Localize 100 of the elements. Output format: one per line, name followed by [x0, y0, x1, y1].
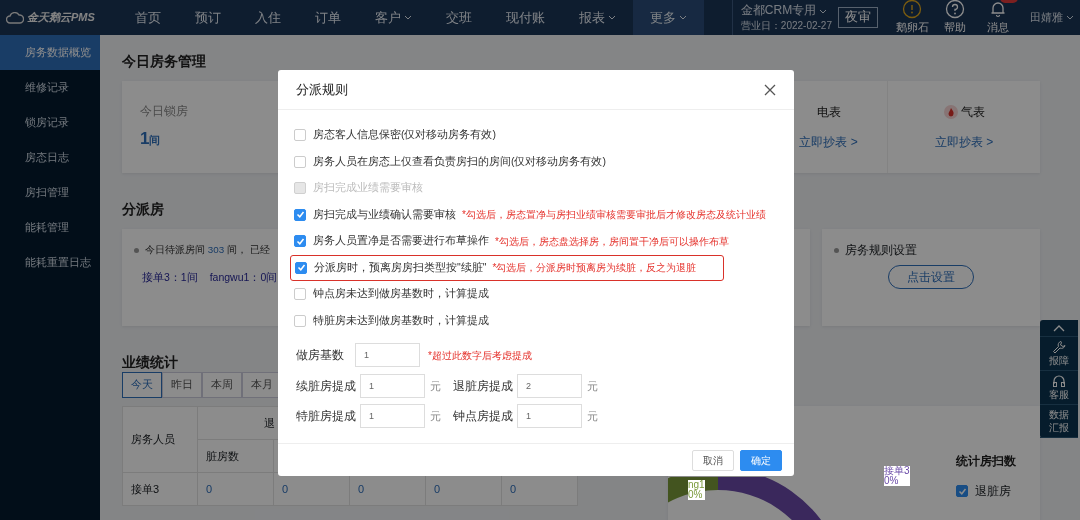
caret-icon: [679, 14, 687, 21]
checkbox[interactable]: [956, 485, 968, 497]
chart-percent: 0%: [688, 490, 703, 500]
menu-item[interactable]: 更多: [633, 0, 704, 35]
field-label: 钟点房提成: [453, 408, 514, 426]
option-label: 钟点房未达到做房基数时，计算提成: [313, 286, 489, 302]
menu-item[interactable]: 客户: [358, 0, 429, 35]
field-label: 特脏房提成: [296, 408, 357, 426]
tool-label[interactable]: 帮助: [944, 19, 966, 36]
option-label: 房务人员在房态上仅查看负责房扫的房间(仅对移动房务有效): [313, 153, 606, 169]
unit-label: 元: [430, 409, 441, 424]
menu-item[interactable]: 订单: [298, 0, 358, 35]
period-tab[interactable]: 昨日: [162, 372, 202, 398]
toolbar-label[interactable]: 数据汇报: [1048, 408, 1070, 434]
section-title: 今日房务管理: [122, 52, 206, 71]
checkbox[interactable]: [294, 288, 306, 301]
toolbar-label[interactable]: 报障: [1048, 354, 1070, 367]
period-tab[interactable]: 今天: [122, 372, 162, 398]
user-menu[interactable]: 田婧雅: [1030, 9, 1074, 26]
cancel-button[interactable]: 取消: [692, 449, 734, 471]
unit-label: 元: [587, 409, 598, 424]
unit-label: 元: [430, 378, 441, 394]
table-header: 退: [264, 416, 275, 429]
sidebar-item[interactable]: 房扫管理: [0, 175, 100, 210]
store-selector[interactable]: 金都CRM专用: [740, 3, 832, 19]
number-field[interactable]: 2: [517, 373, 582, 398]
night-audit-button[interactable]: 夜审: [838, 7, 878, 28]
staff-count: fangwu1：0间: [209, 269, 278, 285]
tool-label[interactable]: 鹅卵石: [895, 19, 929, 36]
option-label: 特脏房未达到做房基数时，计算提成: [313, 312, 489, 328]
sidebar-item[interactable]: 能耗管理: [0, 210, 100, 245]
stat-value: 1间: [140, 128, 162, 151]
option-label: 分派房时，预离房房扫类型按"续脏": [314, 259, 487, 275]
menu-item[interactable]: 报表: [562, 0, 633, 35]
read-meter-link[interactable]: 立即抄表 >: [799, 133, 858, 151]
number-field[interactable]: 1: [355, 343, 420, 368]
meter-label: 气表: [960, 104, 985, 121]
sidebar-item[interactable]: 锁房记录: [0, 105, 100, 140]
checkbox[interactable]: [295, 261, 307, 274]
checkbox[interactable]: [294, 235, 306, 248]
menu-item[interactable]: 交班: [429, 0, 489, 35]
flame-icon: [943, 105, 958, 119]
help-icon: [945, 0, 965, 20]
confirm-button[interactable]: 确定: [740, 449, 782, 471]
chart-label: 接单3: [884, 466, 910, 476]
unit-label: 元: [587, 378, 598, 394]
sidebar-item[interactable]: 维修记录: [0, 70, 100, 105]
sidebar-item[interactable]: 房态日志: [0, 140, 100, 175]
hint-text: *勾选后，分派房时预离房为续脏，反之为退脏: [492, 261, 697, 276]
caret-icon: [404, 14, 412, 21]
menu-item[interactable]: 现付账: [489, 0, 562, 35]
hint-text: *超过此数字后考虑提成: [428, 348, 532, 363]
hint-text: *勾选后，房态置净与房扫业绩审核需要审批后才修改房态及统计业绩: [462, 208, 766, 223]
read-meter-link[interactable]: 立即抄表 >: [934, 133, 994, 151]
close-icon[interactable]: [764, 83, 776, 96]
logo-text: 金天鹅云PMS: [27, 10, 95, 26]
table-cell: 接单3: [122, 472, 198, 506]
section-title: 分派房: [122, 200, 164, 219]
option-label: 房扫完成与业绩确认需要审核: [313, 206, 456, 222]
checkbox[interactable]: [294, 314, 306, 327]
toolbar-label[interactable]: 客服: [1048, 388, 1070, 401]
field-label: 退脏房提成: [453, 377, 514, 395]
menu-item[interactable]: 入住: [238, 0, 298, 35]
store-name: 金都CRM专用: [740, 3, 817, 19]
chart-label: ng1: [688, 480, 705, 490]
hint-text: *勾选后，房态盘选择房，房间置干净后可以操作布草: [495, 234, 729, 249]
stat-label: 今日锁房: [140, 103, 189, 121]
sidebar-item[interactable]: 能耗重置日志: [0, 245, 100, 280]
legend-item[interactable]: 退脏房: [956, 482, 1016, 500]
menu-item[interactable]: 首页: [118, 0, 178, 35]
table-header: 脏房数: [197, 439, 274, 473]
option-label: 房态客人信息保密(仅对移动房务有效): [313, 127, 496, 143]
number-field[interactable]: 1: [360, 373, 425, 398]
cloud-logo-icon: [6, 11, 24, 24]
sidebar-item[interactable]: 房务数据概览: [0, 35, 100, 70]
wrench-icon: [1052, 340, 1066, 354]
option-label: 房务人员置净是否需要进行布草操作: [313, 233, 489, 249]
dialog-title: 分派规则: [296, 80, 348, 99]
number-field[interactable]: 1: [517, 404, 582, 429]
chart-percent: 0%: [884, 476, 899, 486]
legend-title: 统计房扫数: [956, 453, 1016, 470]
headset-icon: [1052, 374, 1066, 388]
menu-item[interactable]: 预订: [178, 0, 238, 35]
number-field[interactable]: 1: [360, 404, 425, 429]
checkbox[interactable]: [294, 208, 306, 221]
pending-rooms-text: 今日待派房间 303 间， 已经: [145, 243, 270, 257]
field-label: 做房基数: [296, 347, 345, 365]
caret-icon: [819, 7, 828, 15]
business-date: 营业日：2022-02-27: [740, 18, 832, 32]
table-cell: 0: [197, 472, 274, 506]
staff-count: 接单3：1间: [142, 269, 198, 285]
tool-label[interactable]: 消息: [987, 19, 1009, 36]
bullet-icon: [834, 247, 839, 253]
chevron-up-icon[interactable]: [1052, 323, 1066, 333]
caret-icon: [608, 14, 616, 21]
settings-button[interactable]: 点击设置: [888, 265, 974, 289]
checkbox[interactable]: [294, 129, 306, 142]
period-tab[interactable]: 本周: [202, 372, 242, 398]
rules-title: 房务规则设置: [845, 242, 917, 259]
checkbox[interactable]: [294, 155, 306, 168]
